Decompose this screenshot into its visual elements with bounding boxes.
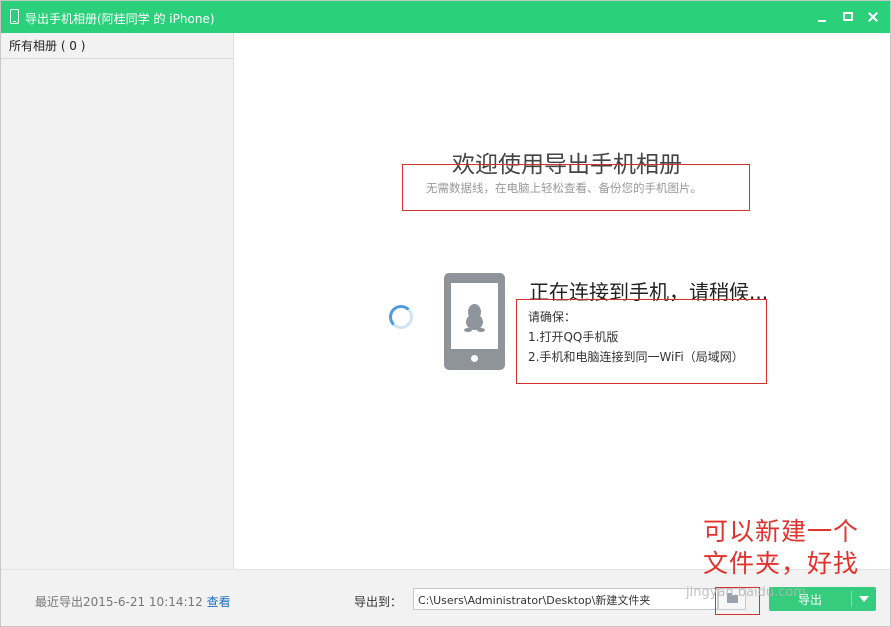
view-link[interactable]: 查看	[207, 595, 231, 609]
main-panel: 欢迎使用导出手机相册 无需数据线，在电脑上轻松查看、备份您的手机图片。 正在连接…	[234, 33, 890, 569]
watermark: jingyan.baidu.com	[686, 585, 806, 600]
sidebar-divider	[1, 58, 233, 59]
title-bar[interactable]: 导出手机相册(阿桂同学 的 iPhone)	[1, 1, 890, 33]
annotation-line: 文件夹，好找	[703, 549, 860, 578]
phone-icon	[10, 9, 19, 24]
export-to-label: 导出到：	[354, 595, 403, 609]
annotation-line: 可以新建一个	[703, 517, 860, 546]
maximize-button[interactable]	[839, 8, 857, 26]
chevron-down-icon[interactable]	[859, 596, 869, 602]
last-export-text: 最近导出2015-6-21 10:14:12	[35, 595, 203, 609]
last-export-info: 最近导出2015-6-21 10:14:12 查看	[35, 593, 231, 610]
sidebar-item-all-albums[interactable]: 所有相册 ( 0 )	[9, 37, 85, 54]
window-title: 导出手机相册(阿桂同学 的 iPhone)	[25, 12, 215, 26]
close-button[interactable]	[864, 8, 882, 26]
highlight-box-welcome	[402, 164, 750, 211]
highlight-box-instructions	[516, 299, 767, 384]
export-button-divider	[851, 591, 852, 607]
minimize-button[interactable]	[813, 8, 831, 26]
phone-icon-large	[444, 273, 505, 370]
phone-screen	[451, 283, 498, 349]
loading-spinner-icon	[389, 305, 413, 329]
phone-home-button	[471, 355, 478, 362]
handwritten-annotation: 可以新建一个 文件夹，好找	[703, 516, 859, 580]
qq-penguin-icon	[464, 304, 485, 332]
sidebar: 所有相册 ( 0 )	[1, 33, 234, 569]
export-path-field[interactable]: C:\Users\Administrator\Desktop\新建文件夹	[413, 588, 718, 610]
